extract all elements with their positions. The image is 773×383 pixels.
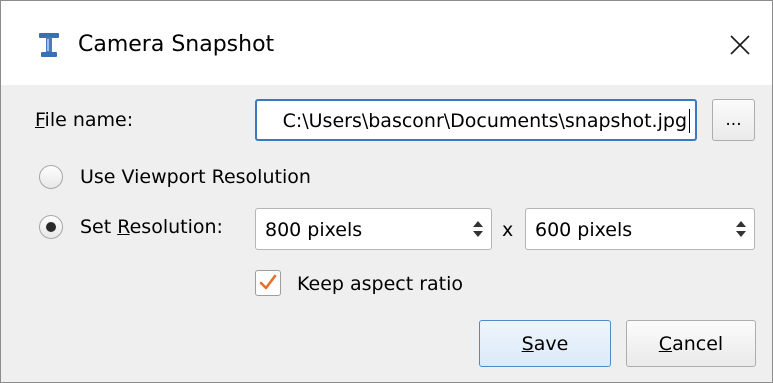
file-name-label: File name: xyxy=(35,108,133,132)
up-down-arrows-icon xyxy=(736,221,746,237)
resolution-separator: x xyxy=(502,219,514,241)
browse-button[interactable]: ... xyxy=(712,99,755,141)
file-name-input[interactable]: C:\Users\basconr\Documents\snapshot.jpg xyxy=(255,99,697,141)
title-bar: Camera Snapshot xyxy=(1,1,772,85)
file-name-label-text: ile name: xyxy=(44,109,134,131)
cancel-button[interactable]: Cancel xyxy=(626,320,756,367)
use-viewport-resolution-label[interactable]: Use Viewport Resolution xyxy=(80,165,311,189)
cancel-mnemonic: C xyxy=(658,332,673,355)
set-resolution-mnemonic: R xyxy=(117,216,130,238)
keep-aspect-ratio-checkbox[interactable] xyxy=(255,270,281,296)
width-value: 800 pixels xyxy=(265,219,363,241)
file-name-mnemonic: F xyxy=(35,109,45,131)
file-name-value: C:\Users\basconr\Documents\snapshot.jpg xyxy=(282,110,687,132)
set-resolution-rest: esolution: xyxy=(129,216,223,238)
checkmark-icon xyxy=(259,274,277,290)
height-spin-arrows[interactable] xyxy=(728,209,754,249)
save-button[interactable]: Save xyxy=(479,320,611,367)
save-mnemonic: S xyxy=(521,332,534,355)
keep-aspect-ratio-label[interactable]: Keep aspect ratio xyxy=(297,272,463,296)
cancel-label: ancel xyxy=(672,332,724,355)
height-value: 600 pixels xyxy=(535,219,633,241)
height-spinbox[interactable]: 600 pixels xyxy=(525,208,755,250)
save-label: ave xyxy=(533,332,569,355)
close-button[interactable] xyxy=(717,23,763,67)
close-icon xyxy=(730,35,750,55)
width-spin-arrows[interactable] xyxy=(465,209,491,249)
use-viewport-resolution-radio[interactable] xyxy=(39,165,63,189)
set-resolution-label[interactable]: Set Resolution: xyxy=(80,215,223,239)
camera-snapshot-dialog: Camera Snapshot File name: C:\Users\basc… xyxy=(0,0,773,383)
up-down-arrows-icon xyxy=(473,221,483,237)
width-spinbox[interactable]: 800 pixels xyxy=(255,208,492,250)
set-resolution-prefix: Set xyxy=(80,216,118,238)
set-resolution-radio[interactable] xyxy=(39,215,63,239)
app-icon xyxy=(39,33,59,57)
window-title: Camera Snapshot xyxy=(78,32,275,57)
text-caret xyxy=(689,109,690,133)
